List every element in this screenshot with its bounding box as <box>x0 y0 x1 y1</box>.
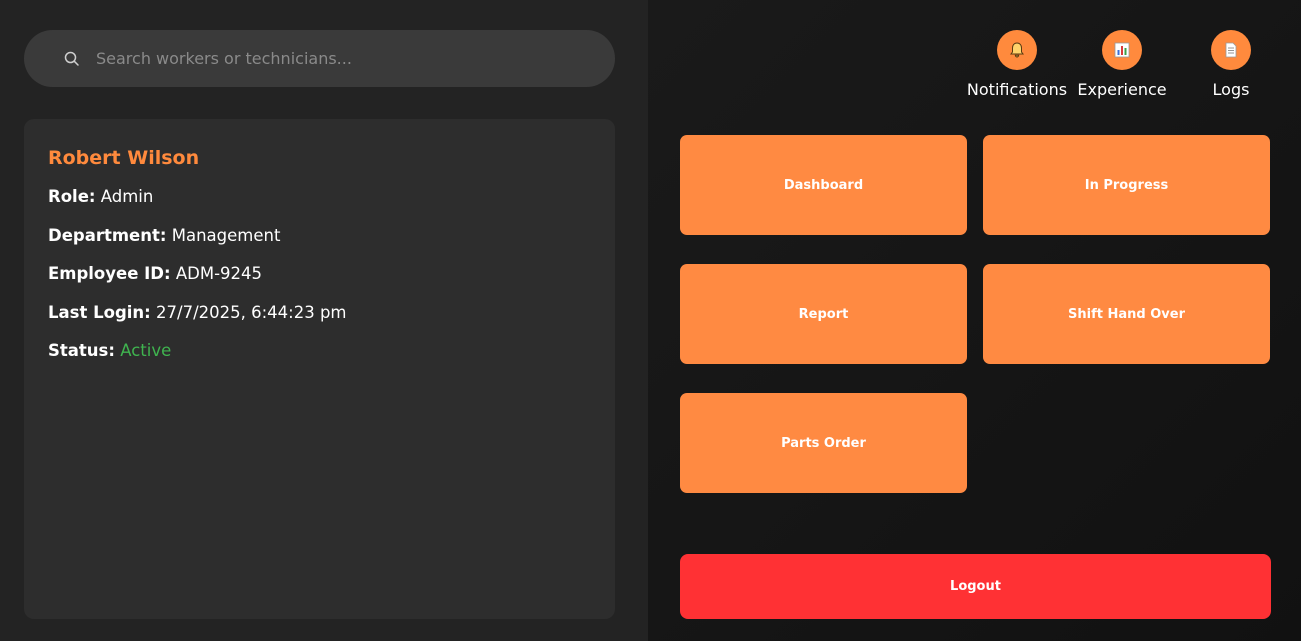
role-label: Role: <box>48 187 96 206</box>
search-input[interactable] <box>96 49 596 68</box>
department-value: Management <box>171 225 281 245</box>
profile-status: Status: Active <box>48 340 591 362</box>
employee-id-value: ADM-9245 <box>175 264 263 283</box>
in-progress-button[interactable]: In Progress <box>983 135 1270 235</box>
search-bar[interactable] <box>24 30 615 87</box>
experience-button[interactable]: Experience <box>1067 30 1177 99</box>
app-root: Robert Wilson Role: Admin Department: Ma… <box>0 0 1301 641</box>
dashboard-button[interactable]: Dashboard <box>680 135 967 235</box>
search-icon <box>64 51 80 67</box>
status-label: Status: <box>48 341 115 360</box>
employee-id-label: Employee ID: <box>48 264 171 283</box>
experience-label: Experience <box>1077 80 1167 99</box>
bar-chart-icon <box>1102 30 1142 70</box>
bell-icon <box>997 30 1037 70</box>
last-login-value: 27/7/2025, 6:44:23 pm <box>156 302 347 322</box>
profile-department: Department: Management <box>48 225 591 247</box>
profile-name: Robert Wilson <box>48 147 200 169</box>
left-panel: Robert Wilson Role: Admin Department: Ma… <box>0 0 648 641</box>
document-icon <box>1211 30 1251 70</box>
parts-order-button[interactable]: Parts Order <box>680 393 967 493</box>
right-panel: Notifications Experience Logs Dashboard … <box>648 0 1301 641</box>
status-value: Active <box>120 341 172 360</box>
role-value: Admin <box>100 187 154 206</box>
logs-label: Logs <box>1212 80 1250 99</box>
logs-button[interactable]: Logs <box>1176 30 1286 99</box>
notifications-button[interactable]: Notifications <box>962 30 1072 99</box>
top-actions: Notifications Experience Logs <box>648 30 1301 110</box>
last-login-label: Last Login: <box>48 302 151 322</box>
report-button[interactable]: Report <box>680 264 967 364</box>
profile-role: Role: Admin <box>48 186 591 208</box>
profile-last-login: Last Login: 27/7/2025, 6:44:23 pm <box>48 302 591 324</box>
profile-card: Robert Wilson Role: Admin Department: Ma… <box>24 119 615 619</box>
department-label: Department: <box>48 225 167 245</box>
shift-hand-over-button[interactable]: Shift Hand Over <box>983 264 1270 364</box>
notifications-label: Notifications <box>966 80 1068 99</box>
logout-button[interactable]: Logout <box>680 554 1271 619</box>
profile-employee-id: Employee ID: ADM-9245 <box>48 263 591 285</box>
